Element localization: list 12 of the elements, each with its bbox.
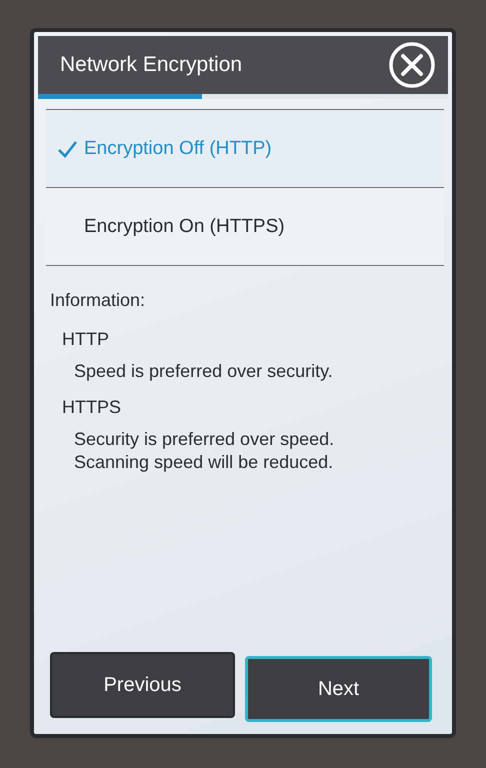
option-row[interactable]: Encryption On (HTTPS) [46, 188, 444, 266]
window-title: Network Encryption [60, 53, 242, 77]
previous-button[interactable]: Previous [50, 652, 235, 718]
description-text: Speed is preferred over security. [73, 360, 334, 383]
close-button[interactable] [388, 41, 436, 89]
close-icon [388, 41, 436, 89]
info-heading: Information: [50, 290, 146, 311]
description-text: Security is preferred over speed. [73, 428, 336, 451]
section-title: HTTP [62, 329, 110, 350]
next-button[interactable]: Next [245, 656, 432, 722]
description-text: Scanning speed will be reduced. [73, 451, 334, 474]
section-title: HTTPS [62, 397, 122, 418]
